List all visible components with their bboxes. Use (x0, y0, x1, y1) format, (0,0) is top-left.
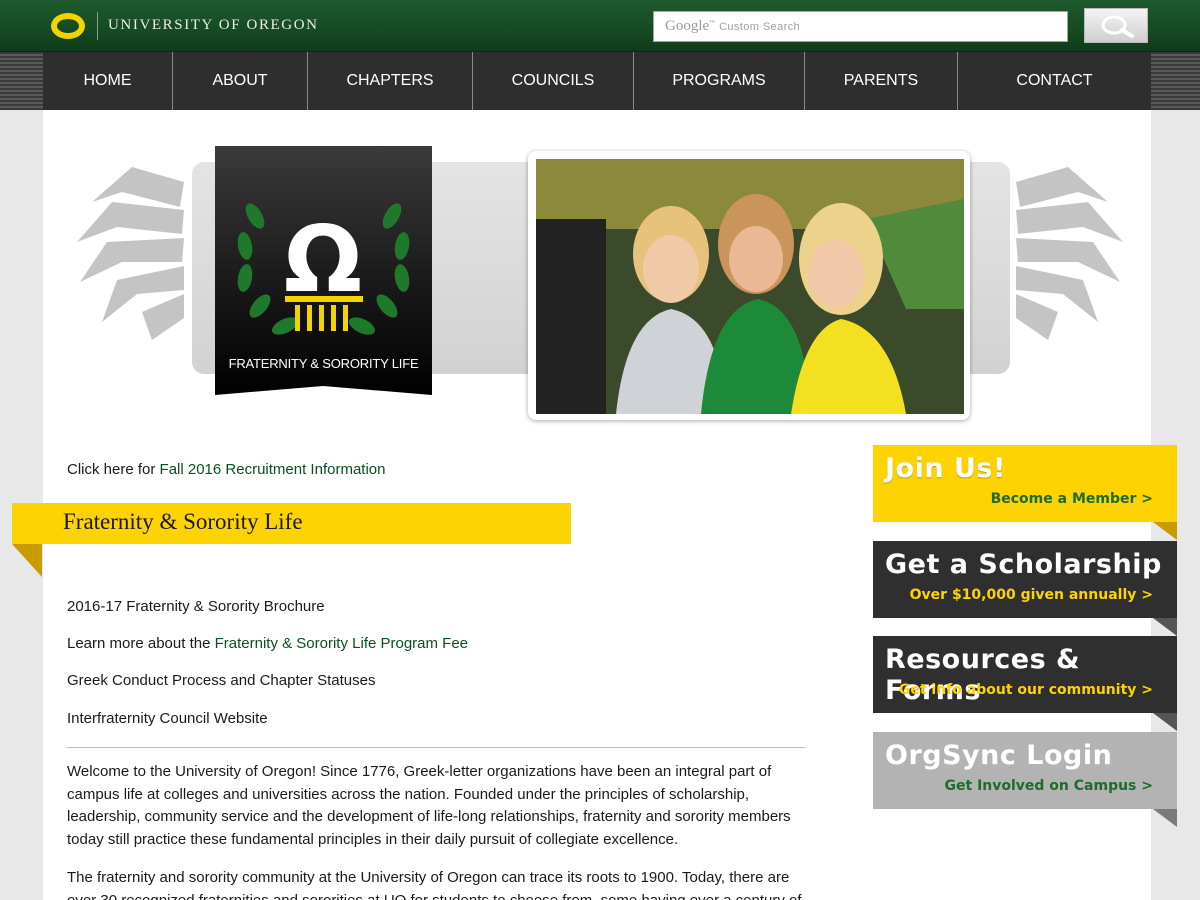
content-divider (67, 747, 805, 748)
program-fee-line: Learn more about the Fraternity & Sorori… (67, 635, 469, 652)
search-icon (1101, 15, 1134, 38)
history-paragraph: The fraternity and sorority community at… (67, 869, 802, 900)
scholarship-title: Get a Scholarship (885, 549, 1162, 580)
scholarship-callout[interactable]: Get a Scholarship Over $10,000 given ann… (873, 541, 1177, 618)
flag-caption: FRATERNITY & SORORITY LIFE (228, 356, 419, 371)
join-us-callout[interactable]: Join Us! Become a Member > (873, 445, 1177, 522)
section-heading-fold (12, 544, 42, 577)
resources-subtitle: Get info about our community > (898, 682, 1153, 698)
site-header: UNIVERSITY OF OREGON Google™ Custom Sear… (0, 0, 1200, 52)
main-nav: HOME ABOUT CHAPTERS COUNCILS PROGRAMS PA… (43, 52, 1151, 110)
scholarship-subtitle: Over $10,000 given annually > (909, 587, 1153, 603)
university-name[interactable]: UNIVERSITY OF OREGON (108, 17, 319, 34)
search-placeholder: Custom Search (719, 20, 801, 33)
scholarship-fold (1153, 618, 1177, 636)
students-photo (536, 159, 964, 414)
right-wing-icon (1016, 167, 1123, 340)
nav-home[interactable]: HOME (43, 52, 173, 110)
recruitment-link[interactable]: Fall 2016 Recruitment Information (160, 461, 386, 478)
nav-parents[interactable]: PARENTS (805, 52, 958, 110)
join-us-subtitle: Become a Member > (990, 491, 1153, 507)
uo-logo-icon[interactable] (51, 13, 85, 39)
nav-chapters[interactable]: CHAPTERS (308, 52, 473, 110)
resources-callout[interactable]: Resources & Forms Get info about our com… (873, 636, 1177, 713)
recruitment-line: Click here for Fall 2016 Recruitment Inf… (67, 461, 386, 478)
orgsync-subtitle: Get Involved on Campus > (944, 778, 1153, 794)
logo-divider (97, 12, 98, 40)
nav-programs[interactable]: PROGRAMS (634, 52, 805, 110)
left-wing-icon (77, 167, 184, 340)
welcome-paragraph: Welcome to the University of Oregon! Sin… (67, 763, 791, 848)
search-input[interactable]: Google™ Custom Search (653, 11, 1068, 42)
join-us-fold (1153, 522, 1177, 540)
join-us-title: Join Us! (885, 453, 1006, 484)
conduct-link[interactable]: Greek Conduct Process and Chapter Status… (67, 672, 376, 689)
search-button[interactable] (1084, 8, 1148, 43)
orgsync-fold (1153, 809, 1177, 827)
program-fee-link[interactable]: Fraternity & Sorority Life Program Fee (215, 635, 468, 652)
nav-about[interactable]: ABOUT (173, 52, 308, 110)
orgsync-callout[interactable]: OrgSync Login Get Involved on Campus > (873, 732, 1177, 809)
orgsync-title: OrgSync Login (885, 740, 1113, 771)
google-brand: Google™ (665, 18, 716, 34)
brochure-link[interactable]: 2016-17 Fraternity & Sorority Brochure (67, 598, 325, 615)
nav-contact[interactable]: CONTACT (958, 52, 1151, 110)
nav-councils[interactable]: COUNCILS (473, 52, 634, 110)
section-heading: Fraternity & Sorority Life (63, 509, 303, 534)
resources-fold (1153, 713, 1177, 731)
ifc-link[interactable]: Interfraternity Council Website (67, 710, 268, 727)
